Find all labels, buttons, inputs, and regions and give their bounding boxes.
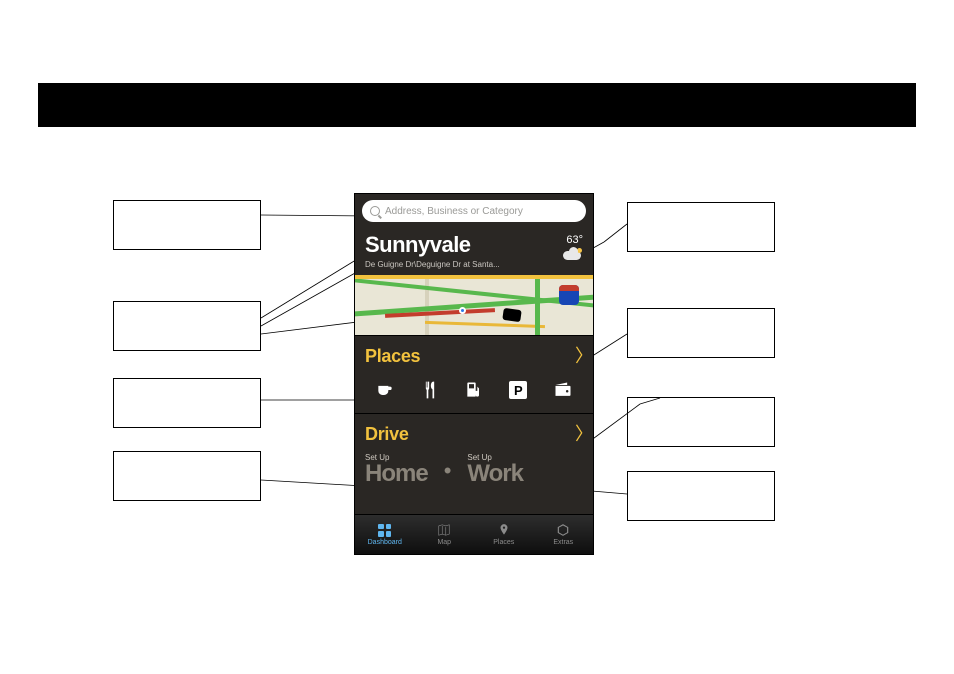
callout-box-left-1 — [113, 200, 261, 250]
callout-box-left-3 — [113, 378, 261, 428]
wallet-icon[interactable] — [551, 379, 575, 401]
places-icon-row: P — [355, 375, 593, 413]
callout-box-left-2 — [113, 301, 261, 351]
drive-label: Drive — [365, 424, 409, 444]
traffic-map[interactable] — [355, 279, 593, 335]
tab-label: Dashboard — [368, 539, 402, 546]
dashboard-icon — [377, 523, 393, 537]
tab-map[interactable]: Map — [415, 515, 475, 554]
places-section-header[interactable]: Places 〉 — [355, 335, 593, 375]
tab-label: Places — [493, 539, 514, 546]
weather-temp: 63° — [561, 234, 583, 246]
city-name: Sunnyvale — [365, 232, 583, 258]
tab-dashboard[interactable]: Dashboard — [355, 515, 415, 554]
callout-box-right-4 — [627, 471, 775, 521]
places-label: Places — [365, 346, 420, 366]
drive-work-button[interactable]: Set Up Work — [467, 453, 523, 486]
search-placeholder: Address, Business or Category — [385, 206, 523, 217]
tab-places[interactable]: Places — [474, 515, 534, 554]
header-black-band — [38, 83, 916, 127]
separator-dot-icon: • — [444, 458, 452, 486]
callout-box-left-4 — [113, 451, 261, 501]
home-label: Home — [365, 462, 428, 486]
places-pin-icon — [496, 523, 512, 537]
tab-label: Map — [437, 539, 451, 546]
parking-icon[interactable]: P — [506, 379, 530, 401]
work-label: Work — [467, 462, 523, 486]
search-icon — [370, 206, 380, 216]
bottom-tab-bar: Dashboard Map Places Extras — [355, 514, 593, 554]
phone-screen: Address, Business or Category Sunnyvale … — [354, 193, 594, 555]
location-header[interactable]: Sunnyvale De Guigne Dr\Deguigne Dr at Sa… — [355, 228, 593, 275]
weather-widget[interactable]: 63° — [561, 234, 583, 266]
traffic-camera-icon — [502, 308, 521, 322]
gas-icon[interactable] — [462, 379, 486, 401]
drive-shortcuts: Set Up Home • Set Up Work — [355, 453, 593, 496]
current-location-dot-icon — [459, 307, 466, 314]
chevron-right-icon: 〉 — [575, 426, 583, 442]
drive-section-header[interactable]: Drive 〉 — [355, 413, 593, 453]
weather-icon — [561, 247, 583, 261]
drive-home-button[interactable]: Set Up Home — [365, 453, 428, 486]
city-subaddress: De Guigne Dr\Deguigne Dr at Santa... — [365, 260, 525, 269]
tab-label: Extras — [553, 539, 573, 546]
chevron-right-icon: 〉 — [575, 348, 583, 364]
search-bar[interactable]: Address, Business or Category — [362, 200, 586, 222]
cube-icon — [555, 523, 571, 537]
coffee-icon[interactable] — [373, 379, 397, 401]
callout-box-right-1 — [627, 202, 775, 252]
highway-shield-icon — [559, 285, 579, 305]
callout-box-right-3 — [627, 397, 775, 447]
callout-box-right-2 — [627, 308, 775, 358]
tab-extras[interactable]: Extras — [534, 515, 594, 554]
map-icon — [436, 523, 452, 537]
food-icon[interactable] — [418, 379, 442, 401]
